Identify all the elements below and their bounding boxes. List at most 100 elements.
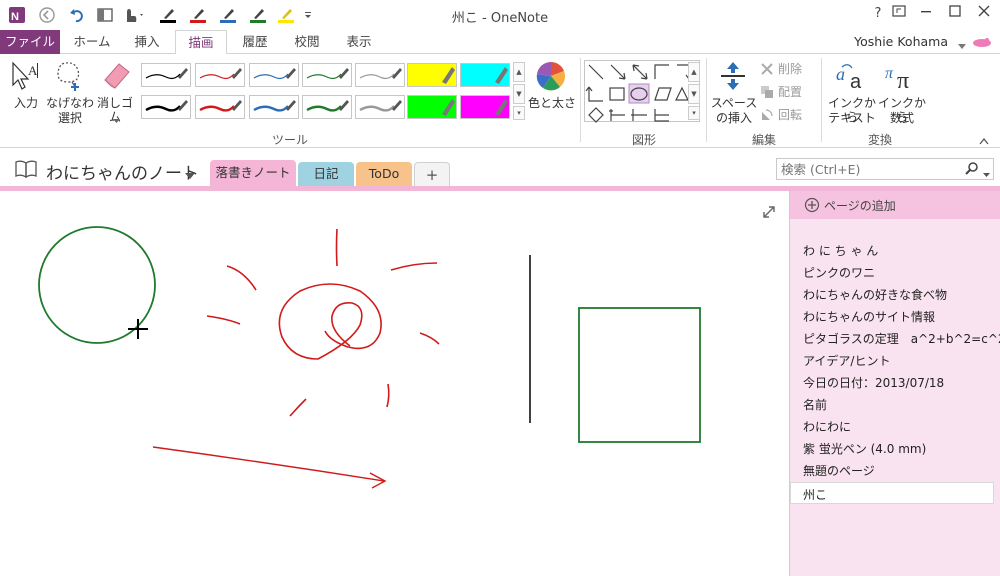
maximize-icon[interactable] — [943, 4, 967, 24]
fullscreen-icon[interactable] — [887, 4, 911, 24]
delete-icon[interactable] — [760, 62, 774, 79]
text-input-icon[interactable]: A — [10, 60, 40, 95]
shapes-scroll-down[interactable]: ▼ — [688, 84, 700, 104]
pen-black-thick[interactable] — [141, 95, 191, 119]
tab-draw[interactable]: 描画 — [175, 30, 227, 55]
notebook-title[interactable]: わにちゃんのノート — [46, 159, 199, 184]
add-section-button[interactable]: + — [414, 162, 450, 186]
pen-gallery-more[interactable]: ▾ — [513, 106, 525, 120]
ink-to-math-label-line2[interactable]: 数式 — [876, 111, 928, 125]
section-tab-todo[interactable]: ToDo — [356, 162, 412, 186]
lasso-select-icon[interactable] — [54, 60, 84, 95]
current-page-title-field[interactable]: 州こ — [790, 482, 994, 504]
ink-red-ray — [419, 332, 440, 345]
pen-black-thin[interactable] — [141, 63, 191, 87]
edit-group-label: 編集 — [751, 133, 776, 147]
section-tab-scribble[interactable]: 落書きノート — [210, 160, 296, 186]
notebook-icon[interactable] — [14, 160, 38, 181]
account-dropdown-icon[interactable] — [958, 39, 966, 53]
highlighter-yellow[interactable] — [407, 63, 457, 87]
tab-insert[interactable]: 挿入 — [124, 30, 170, 54]
shapes-group-label: 図形 — [631, 133, 656, 147]
user-account-name[interactable]: Yoshie Kohama — [854, 34, 948, 49]
tools-group-label: ツール — [271, 133, 308, 147]
lasso-label-line2[interactable]: 選択 — [46, 111, 94, 125]
add-page-button[interactable]: ページの追加 — [790, 191, 1000, 219]
eraser-dropdown-icon[interactable] — [113, 113, 120, 127]
page-list-item[interactable]: 今日の日付：2013/07/18 — [803, 374, 944, 391]
pen-gray-thick[interactable] — [355, 95, 405, 119]
ink-to-math-icon[interactable]: ππ — [884, 60, 918, 95]
page-list-panel: ページの追加 わ に ち ゃ ん ピンクのワニ わにちゃんの好きな食べ物 わにち… — [789, 191, 1000, 576]
highlighter-cyan[interactable] — [460, 63, 510, 87]
page-list-item[interactable]: アイデア/ヒント — [803, 352, 890, 369]
ribbon-divider — [580, 58, 581, 142]
rotate-label[interactable]: 回転 — [778, 108, 802, 122]
ink-red-ray — [206, 315, 241, 325]
collapse-ribbon-icon[interactable] — [979, 134, 989, 148]
convert-group-label: 変換 — [867, 133, 892, 147]
search-input[interactable] — [781, 161, 961, 177]
insert-space-label-line2[interactable]: の挿入 — [710, 111, 758, 125]
expand-page-icon[interactable] — [762, 205, 776, 222]
delete-label[interactable]: 削除 — [778, 62, 802, 76]
section-tab-diary[interactable]: 日記 — [298, 162, 354, 186]
wani-avatar-icon[interactable] — [972, 36, 992, 51]
notebook-dropdown-icon[interactable] — [185, 169, 195, 183]
pen-green-thin[interactable] — [302, 63, 352, 87]
search-icon[interactable] — [965, 162, 979, 179]
tab-file[interactable]: ファイル — [0, 30, 60, 54]
ink-green-rectangle — [578, 307, 701, 443]
page-list-item[interactable]: ピタゴラスの定理 a^2+b^2=c^2 — [803, 330, 1000, 347]
tab-home[interactable]: ホーム — [64, 30, 120, 54]
rotate-icon[interactable] — [760, 108, 774, 125]
page-list-item[interactable]: わ に ち ゃ ん — [803, 242, 878, 259]
ink-to-text-label-line2[interactable]: テキスト — [826, 111, 878, 125]
shapes-gallery — [584, 60, 700, 123]
page-list-item[interactable]: ピンクのワニ — [803, 264, 875, 281]
pen-gallery-scroll-up[interactable]: ▲ — [513, 62, 525, 82]
search-scope-dropdown-icon[interactable] — [983, 167, 990, 181]
eraser-icon[interactable] — [101, 60, 133, 95]
pen-blue-thick[interactable] — [249, 95, 299, 119]
minimize-icon[interactable] — [914, 4, 938, 24]
tab-view[interactable]: 表示 — [336, 30, 382, 54]
pen-red-thin[interactable] — [195, 63, 245, 87]
page-list-item[interactable]: わにちゃんのサイト情報 — [803, 308, 935, 325]
page-list-item[interactable]: 名前 — [803, 396, 827, 413]
page-list-item[interactable]: わにちゃんの好きな食べ物 — [803, 286, 947, 303]
tab-history[interactable]: 履歴 — [232, 30, 278, 54]
tab-review[interactable]: 校閲 — [284, 30, 330, 54]
ink-red-ray — [390, 262, 438, 271]
page-list-item[interactable]: 無題のページ — [803, 462, 875, 479]
insert-space-label-line1[interactable]: スペース — [710, 96, 758, 110]
page-list-item[interactable]: わにわに — [803, 418, 851, 435]
close-icon[interactable] — [972, 4, 996, 24]
page-canvas[interactable] — [0, 191, 789, 576]
arrange-icon[interactable] — [760, 85, 774, 102]
ribbon-tab-bar: ファイル ホーム 挿入 描画 履歴 校閲 表示 Yoshie Kohama — [0, 30, 1000, 55]
ink-to-text-icon[interactable]: aa — [834, 60, 868, 95]
color-wheel-icon[interactable] — [535, 60, 567, 95]
pen-gallery-scroll-down[interactable]: ▼ — [513, 84, 525, 104]
highlighter-magenta[interactable] — [460, 95, 510, 119]
color-thickness-label[interactable]: 色と太さ — [527, 96, 577, 110]
current-page-title: 州こ — [803, 488, 828, 502]
svg-text:π: π — [897, 68, 909, 92]
shapes-scroll-up[interactable]: ▲ — [688, 62, 700, 82]
shapes-more[interactable]: ▾ — [688, 106, 700, 120]
highlighter-green[interactable] — [407, 95, 457, 119]
add-page-label: ページの追加 — [824, 199, 896, 213]
ink-red-ray — [335, 228, 338, 267]
ink-red-arrow — [152, 446, 385, 482]
lasso-label-line1[interactable]: なげなわ — [46, 96, 94, 110]
insert-space-icon[interactable] — [719, 60, 747, 95]
input-label[interactable]: 入力 — [8, 96, 44, 110]
arrange-label[interactable]: 配置 — [778, 85, 802, 99]
pen-red-thick[interactable] — [195, 95, 245, 119]
window-title: 州こ - OneNote — [451, 11, 549, 26]
pen-blue-thin[interactable] — [249, 63, 299, 87]
pen-green-thick[interactable] — [302, 95, 352, 119]
page-list-item[interactable]: 紫 蛍光ペン (4.0 mm) — [803, 440, 926, 457]
pen-gray-thin[interactable] — [355, 63, 405, 87]
